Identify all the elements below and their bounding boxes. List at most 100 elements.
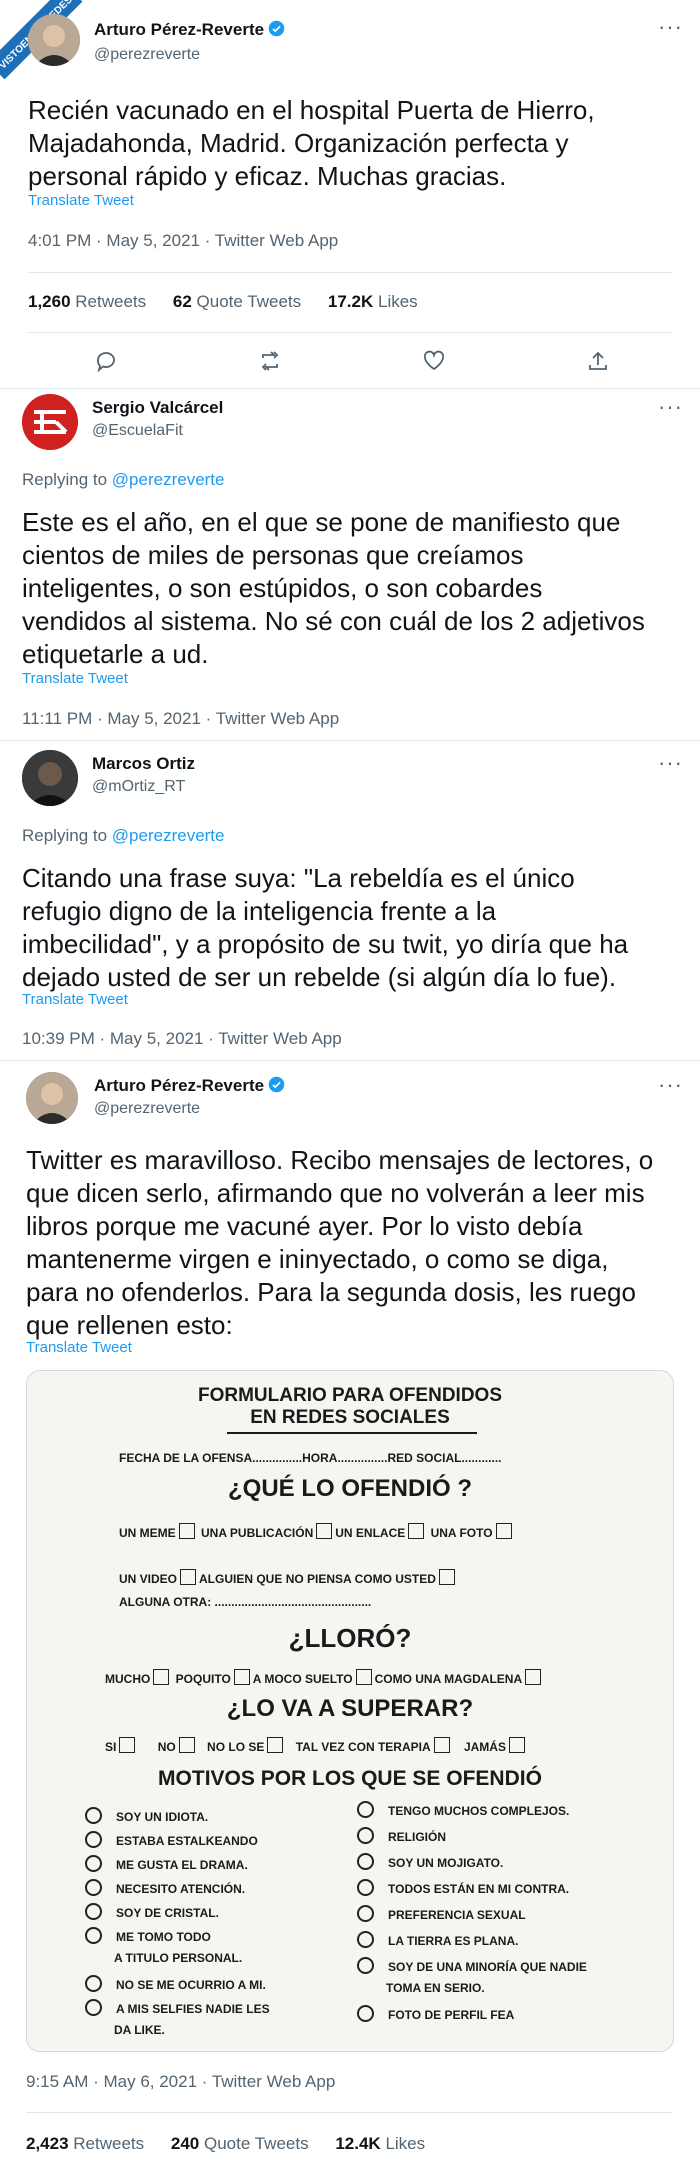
radio-circle	[357, 1853, 374, 1870]
replying-to-link[interactable]: @perezreverte	[112, 826, 225, 845]
quotes-stat[interactable]: 62 Quote Tweets	[173, 292, 301, 311]
option-no: NO	[157, 1740, 176, 1754]
radio-circle	[85, 1807, 102, 1824]
option-terapia: TAL VEZ CON TERAPIA	[295, 1740, 431, 1754]
author-name[interactable]: Sergio Valcárcel	[92, 398, 223, 418]
replying-to-link[interactable]: @perezreverte	[112, 470, 225, 489]
list-item: SOY DE CRISTAL.	[85, 1903, 219, 1920]
tweet-timestamp[interactable]: 11:11 PM · May 5, 2021 · Twitter Web App	[22, 709, 339, 729]
radio-circle	[85, 1975, 102, 1992]
likes-stat[interactable]: 12.4K Likes	[335, 2134, 425, 2153]
author-name-text[interactable]: Arturo Pérez-Reverte	[94, 1076, 264, 1095]
option-video: UN VIDEO	[119, 1572, 178, 1586]
translate-tweet-link[interactable]: Translate Tweet	[28, 192, 134, 209]
list-item: ME TOMO TODO	[85, 1927, 211, 1944]
tweet-timestamp[interactable]: 4:01 PM · May 5, 2021 · Twitter Web App	[28, 231, 338, 251]
retweet-icon[interactable]	[258, 349, 282, 373]
divider	[0, 1060, 700, 1061]
translate-tweet-link[interactable]: Translate Tweet	[22, 991, 128, 1008]
quotes-label: Quote Tweets	[196, 292, 302, 311]
option-si: SI	[105, 1740, 117, 1754]
author-name-text[interactable]: Arturo Pérez-Reverte	[94, 20, 264, 39]
checkbox	[178, 1523, 195, 1539]
motive-text: TODOS ESTÁN EN MI CONTRA.	[388, 1882, 570, 1896]
motive-continuation: A TITULO PERSONAL.	[114, 1951, 243, 1965]
option-mucho: MUCHO	[105, 1672, 151, 1686]
radio-circle	[357, 1827, 374, 1844]
like-icon[interactable]	[422, 349, 446, 373]
checkbox	[153, 1669, 170, 1685]
likes-stat[interactable]: 17.2K Likes	[328, 292, 418, 311]
retweets-label: Retweets	[75, 292, 147, 311]
retweets-count: 2,423	[26, 2134, 69, 2153]
checkbox	[508, 1737, 525, 1753]
motive-text: LA TIERRA ES PLANA.	[388, 1934, 519, 1948]
motive-text: ME GUSTA EL DRAMA.	[116, 1858, 248, 1872]
share-icon[interactable]	[586, 349, 610, 373]
checkbox	[433, 1737, 450, 1753]
divider	[28, 272, 672, 273]
list-item: TODOS ESTÁN EN MI CONTRA.	[357, 1879, 569, 1896]
motive-text: ME TOMO TODO	[116, 1930, 211, 1944]
option-alguien: ALGUIEN QUE NO PIENSA COMO USTED	[199, 1572, 436, 1586]
verified-icon	[268, 1076, 285, 1093]
attached-image[interactable]: FORMULARIO PARA OFENDIDOS EN REDES SOCIA…	[26, 1370, 674, 2052]
option-nolose: NO LO SE	[207, 1740, 265, 1754]
radio-circle	[357, 2005, 374, 2022]
avatar[interactable]	[22, 750, 78, 806]
motive-text: NECESITO ATENCIÓN.	[116, 1882, 246, 1896]
list-item: RELIGIÓN	[357, 1827, 446, 1844]
avatar[interactable]	[26, 1072, 78, 1124]
retweets-count: 1,260	[28, 292, 71, 311]
author-name[interactable]: Arturo Pérez-Reverte	[94, 1076, 285, 1096]
radio-circle	[85, 1903, 102, 1920]
radio-circle	[85, 1999, 102, 2016]
quotes-stat[interactable]: 240 Quote Tweets	[171, 2134, 309, 2153]
author-name[interactable]: Arturo Pérez-Reverte	[94, 20, 285, 40]
retweets-stat[interactable]: 1,260 Retweets	[28, 292, 146, 311]
checkbox	[316, 1523, 333, 1539]
tweet-timestamp[interactable]: 10:39 PM · May 5, 2021 · Twitter Web App	[22, 1029, 342, 1049]
option-publicacion: UNA PUBLICACIÓN	[201, 1526, 314, 1540]
replying-label: Replying to	[22, 826, 108, 845]
more-options-icon[interactable]: ···	[658, 750, 683, 776]
avatar[interactable]	[28, 14, 80, 66]
author-handle[interactable]: @perezreverte	[94, 46, 200, 64]
list-item: NO SE ME OCURRIO A MI.	[85, 1975, 266, 1992]
list-item: A MIS SELFIES NADIE LES	[85, 1999, 270, 2016]
list-item: SOY UN MOJIGATO.	[357, 1853, 503, 1870]
retweets-stat[interactable]: 2,423 Retweets	[26, 2134, 144, 2153]
motive-text: PREFERENCIA SEXUAL	[388, 1908, 526, 1922]
motive-text: FOTO DE PERFIL FEA	[388, 2008, 515, 2022]
reply-icon[interactable]	[94, 349, 118, 373]
radio-circle	[85, 1879, 102, 1896]
motive-text: A MIS SELFIES NADIE LES	[116, 2002, 270, 2016]
retweets-label: Retweets	[73, 2134, 145, 2153]
option-jamas: JAMÁS	[463, 1740, 506, 1754]
divider	[0, 388, 700, 389]
motive-text: TENGO MUCHOS COMPLEJOS.	[388, 1804, 570, 1818]
list-item: LA TIERRA ES PLANA.	[357, 1931, 518, 1948]
tweet-text: Este es el año, en el que se pone de man…	[22, 507, 645, 669]
author-name[interactable]: Marcos Ortiz	[92, 754, 195, 774]
option-meme: UN MEME	[119, 1526, 176, 1540]
question-what-offended: ¿QUÉ LO OFENDIÓ ?	[228, 1475, 472, 1502]
replying-to: Replying to @perezreverte	[22, 470, 225, 490]
options-row-2: UN VIDEO ALGUIEN QUE NO PIENSA COMO USTED	[119, 1569, 458, 1586]
question-motivos: MOTIVOS POR LOS QUE SE OFENDIÓ	[158, 1767, 542, 1790]
stats-row: 2,423 Retweets 240 Quote Tweets 12.4K Li…	[26, 2134, 425, 2154]
motive-text: SOY DE UNA MINORÍA QUE NADIE	[388, 1960, 587, 1974]
tweet-timestamp[interactable]: 9:15 AM · May 6, 2021 · Twitter Web App	[26, 2072, 335, 2092]
author-handle[interactable]: @mOrtiz_RT	[92, 778, 185, 796]
more-options-icon[interactable]: ···	[658, 1072, 683, 1098]
question-superar: ¿LO VA A SUPERAR?	[226, 1695, 474, 1722]
date-label: FECHA DE LA OFENSA...............	[119, 1451, 303, 1465]
author-handle[interactable]: @perezreverte	[94, 1100, 200, 1118]
avatar[interactable]	[22, 394, 78, 450]
more-options-icon[interactable]: ···	[658, 14, 683, 40]
likes-label: Likes	[385, 2134, 426, 2153]
translate-tweet-link[interactable]: Translate Tweet	[26, 1339, 132, 1356]
author-handle[interactable]: @EscuelaFit	[92, 422, 183, 440]
translate-tweet-link[interactable]: Translate Tweet	[22, 670, 128, 687]
more-options-icon[interactable]: ···	[658, 394, 683, 420]
